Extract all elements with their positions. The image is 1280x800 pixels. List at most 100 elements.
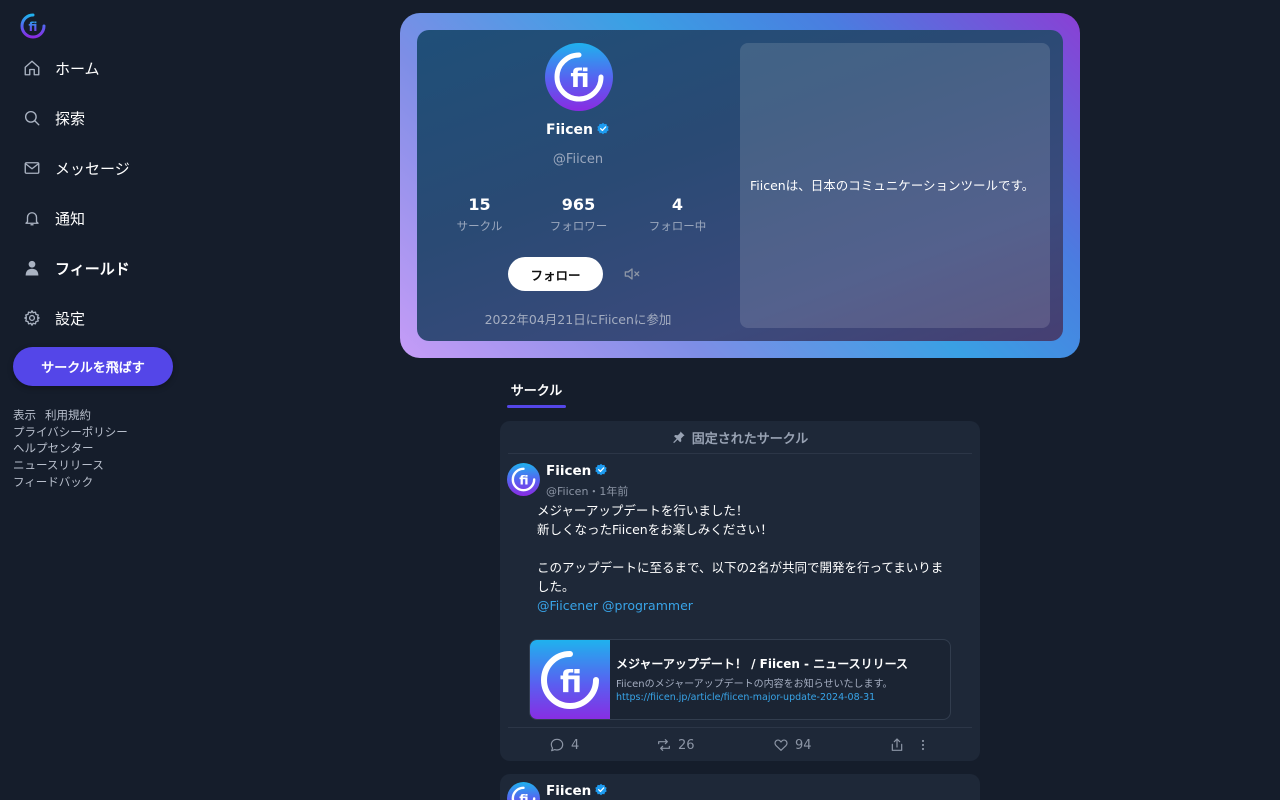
- repost-icon: [656, 737, 678, 753]
- tab-active-indicator: [507, 405, 566, 408]
- link-title: メジャーアップデート！ / Fiicen - ニュースリリース: [616, 657, 909, 671]
- fiicen-logo[interactable]: fi: [19, 12, 47, 40]
- post-mentions: @Fiicener @programmer: [537, 596, 947, 615]
- mention-link[interactable]: @programmer: [602, 598, 693, 613]
- nav-item-label: 設定: [55, 309, 86, 328]
- post-author[interactable]: Fiicen: [546, 783, 608, 800]
- share-button[interactable]: [889, 737, 911, 753]
- post-actions: 4 26 94: [508, 727, 972, 761]
- stat-followers[interactable]: 965 フォロワー: [529, 195, 628, 234]
- nav-item-label: ホーム: [55, 59, 100, 78]
- mention-link[interactable]: @Fiicener: [537, 598, 598, 613]
- more-vertical-icon: [920, 737, 932, 753]
- footer-link-feedback[interactable]: フィードバック: [13, 475, 93, 489]
- link-preview-card[interactable]: fi メジャーアップデート！ / Fiicen - ニュースリリース Fiice…: [529, 639, 951, 720]
- profile-name: Fiicen: [546, 122, 593, 138]
- repost-button[interactable]: 26: [656, 737, 695, 753]
- profile-card: fi Fiicen @Fiicen 15 サークル 965 フォロワー 4 フォ…: [400, 13, 1080, 358]
- reply-count: 4: [571, 737, 580, 753]
- footer-link-help[interactable]: ヘルプセンター: [13, 441, 94, 455]
- link-description: Fiicenのメジャーアップデートの内容をお知らせいたします。: [616, 679, 893, 690]
- heart-icon: [773, 737, 795, 753]
- post-avatar[interactable]: fi: [507, 782, 540, 800]
- footer-link-display[interactable]: 表示: [13, 408, 36, 422]
- author-name: Fiicen: [546, 783, 592, 799]
- verified-badge-icon: [596, 122, 610, 140]
- search-icon: [22, 108, 42, 128]
- nav-item-notifications[interactable]: 通知: [13, 193, 193, 243]
- joined-date: 2022年04月21日にFiicenに参加: [484, 312, 672, 327]
- home-icon: [22, 58, 42, 78]
- repost-count: 26: [678, 737, 695, 753]
- post-meta: @Fiicen・1年前: [546, 485, 629, 498]
- footer-link-privacy[interactable]: プライバシーポリシー: [13, 425, 128, 439]
- gear-icon: [22, 308, 42, 328]
- post-line: このアップデートに至るまで、以下の2名が共同で開発を行ってまいりま: [537, 560, 944, 575]
- footer-link-news[interactable]: ニュースリリース: [13, 458, 104, 472]
- nav-item-field[interactable]: フィールド: [13, 243, 193, 293]
- main-nav: ホーム 探索 メッセージ 通知 フィールド 設定: [13, 43, 193, 343]
- stat-following[interactable]: 4 フォロー中: [628, 195, 727, 234]
- profile-card-inner: fi Fiicen @Fiicen 15 サークル 965 フォロワー 4 フォ…: [417, 30, 1063, 341]
- pin-icon: [672, 430, 686, 444]
- more-options-button[interactable]: [920, 737, 932, 753]
- follow-button[interactable]: フォロー: [508, 257, 603, 291]
- nav-item-label: 探索: [55, 109, 86, 128]
- like-count: 94: [795, 737, 812, 753]
- svg-text:fi: fi: [560, 665, 582, 700]
- stat-value: 4: [671, 195, 684, 214]
- post-line: メジャーアップデートを行いました！: [537, 503, 749, 518]
- footer-links: 表示 利用規約 プライバシーポリシー ヘルプセンター ニュースリリース フィードバ…: [13, 407, 128, 491]
- stat-label: フォロー中: [648, 219, 707, 233]
- svg-text:fi: fi: [519, 472, 528, 487]
- sidebar: fi ホーム 探索 メッセージ 通知 フィールド 設定 サークルを飛ばす 表示 …: [0, 0, 200, 800]
- nav-item-explore[interactable]: 探索: [13, 93, 193, 143]
- author-name: Fiicen: [546, 463, 592, 479]
- stat-value: 15: [468, 195, 491, 214]
- post-card[interactable]: 固定されたサークル fi Fiicen @Fiicen・1年前 メジャーアップデ…: [500, 421, 980, 761]
- stat-label: サークル: [456, 219, 503, 233]
- nav-item-label: 通知: [55, 209, 86, 228]
- tab-circles[interactable]: サークル: [507, 374, 566, 408]
- nav-item-home[interactable]: ホーム: [13, 43, 193, 93]
- mute-icon[interactable]: [622, 264, 642, 284]
- post-line: 新しくなったFiicenをお楽しみください！: [537, 522, 773, 537]
- profile-name-row: Fiicen: [417, 122, 739, 140]
- post-avatar[interactable]: fi: [507, 463, 540, 496]
- verified-badge-icon: [594, 783, 608, 800]
- profile-avatar[interactable]: fi: [545, 43, 613, 111]
- user-icon: [22, 258, 42, 278]
- bell-icon: [22, 208, 42, 228]
- post-card[interactable]: fi Fiicen: [500, 774, 980, 800]
- footer-link-terms[interactable]: 利用規約: [45, 408, 91, 422]
- stat-label: フォロワー: [549, 219, 608, 233]
- profile-bio: Fiicenは、日本のコミュニケーションツールです。: [740, 43, 1050, 328]
- post-line: [537, 539, 947, 558]
- stat-value: 965: [561, 195, 596, 214]
- reply-button[interactable]: 4: [549, 737, 579, 753]
- pinned-header: 固定されたサークル: [508, 421, 972, 454]
- pinned-label: 固定されたサークル: [691, 431, 809, 447]
- verified-badge-icon: [594, 463, 608, 481]
- nav-item-label: フィールド: [55, 259, 130, 278]
- stat-circles[interactable]: 15 サークル: [430, 195, 529, 234]
- post-body: メジャーアップデートを行いました！ 新しくなったFiicenをお楽しみください！…: [537, 501, 947, 615]
- post-line: した。: [537, 579, 575, 594]
- post-author[interactable]: Fiicen: [546, 463, 608, 481]
- nav-item-messages[interactable]: メッセージ: [13, 143, 193, 193]
- like-button[interactable]: 94: [773, 737, 812, 753]
- profile-handle: @Fiicen: [552, 152, 604, 167]
- comment-icon: [549, 737, 571, 753]
- profile-stats: 15 サークル 965 フォロワー 4 フォロー中: [430, 195, 727, 234]
- mail-icon: [22, 158, 42, 178]
- post-circle-button[interactable]: サークルを飛ばす: [13, 347, 173, 386]
- svg-text:fi: fi: [519, 791, 528, 800]
- link-url: https://fiicen.jp/article/fiicen-major-u…: [616, 692, 876, 703]
- nav-item-label: メッセージ: [55, 159, 130, 178]
- nav-item-settings[interactable]: 設定: [13, 293, 193, 343]
- svg-text:fi: fi: [570, 64, 589, 94]
- svg-text:fi: fi: [29, 20, 38, 34]
- tab-label: サークル: [510, 384, 563, 399]
- share-icon: [889, 737, 911, 753]
- link-thumbnail: fi: [530, 640, 610, 719]
